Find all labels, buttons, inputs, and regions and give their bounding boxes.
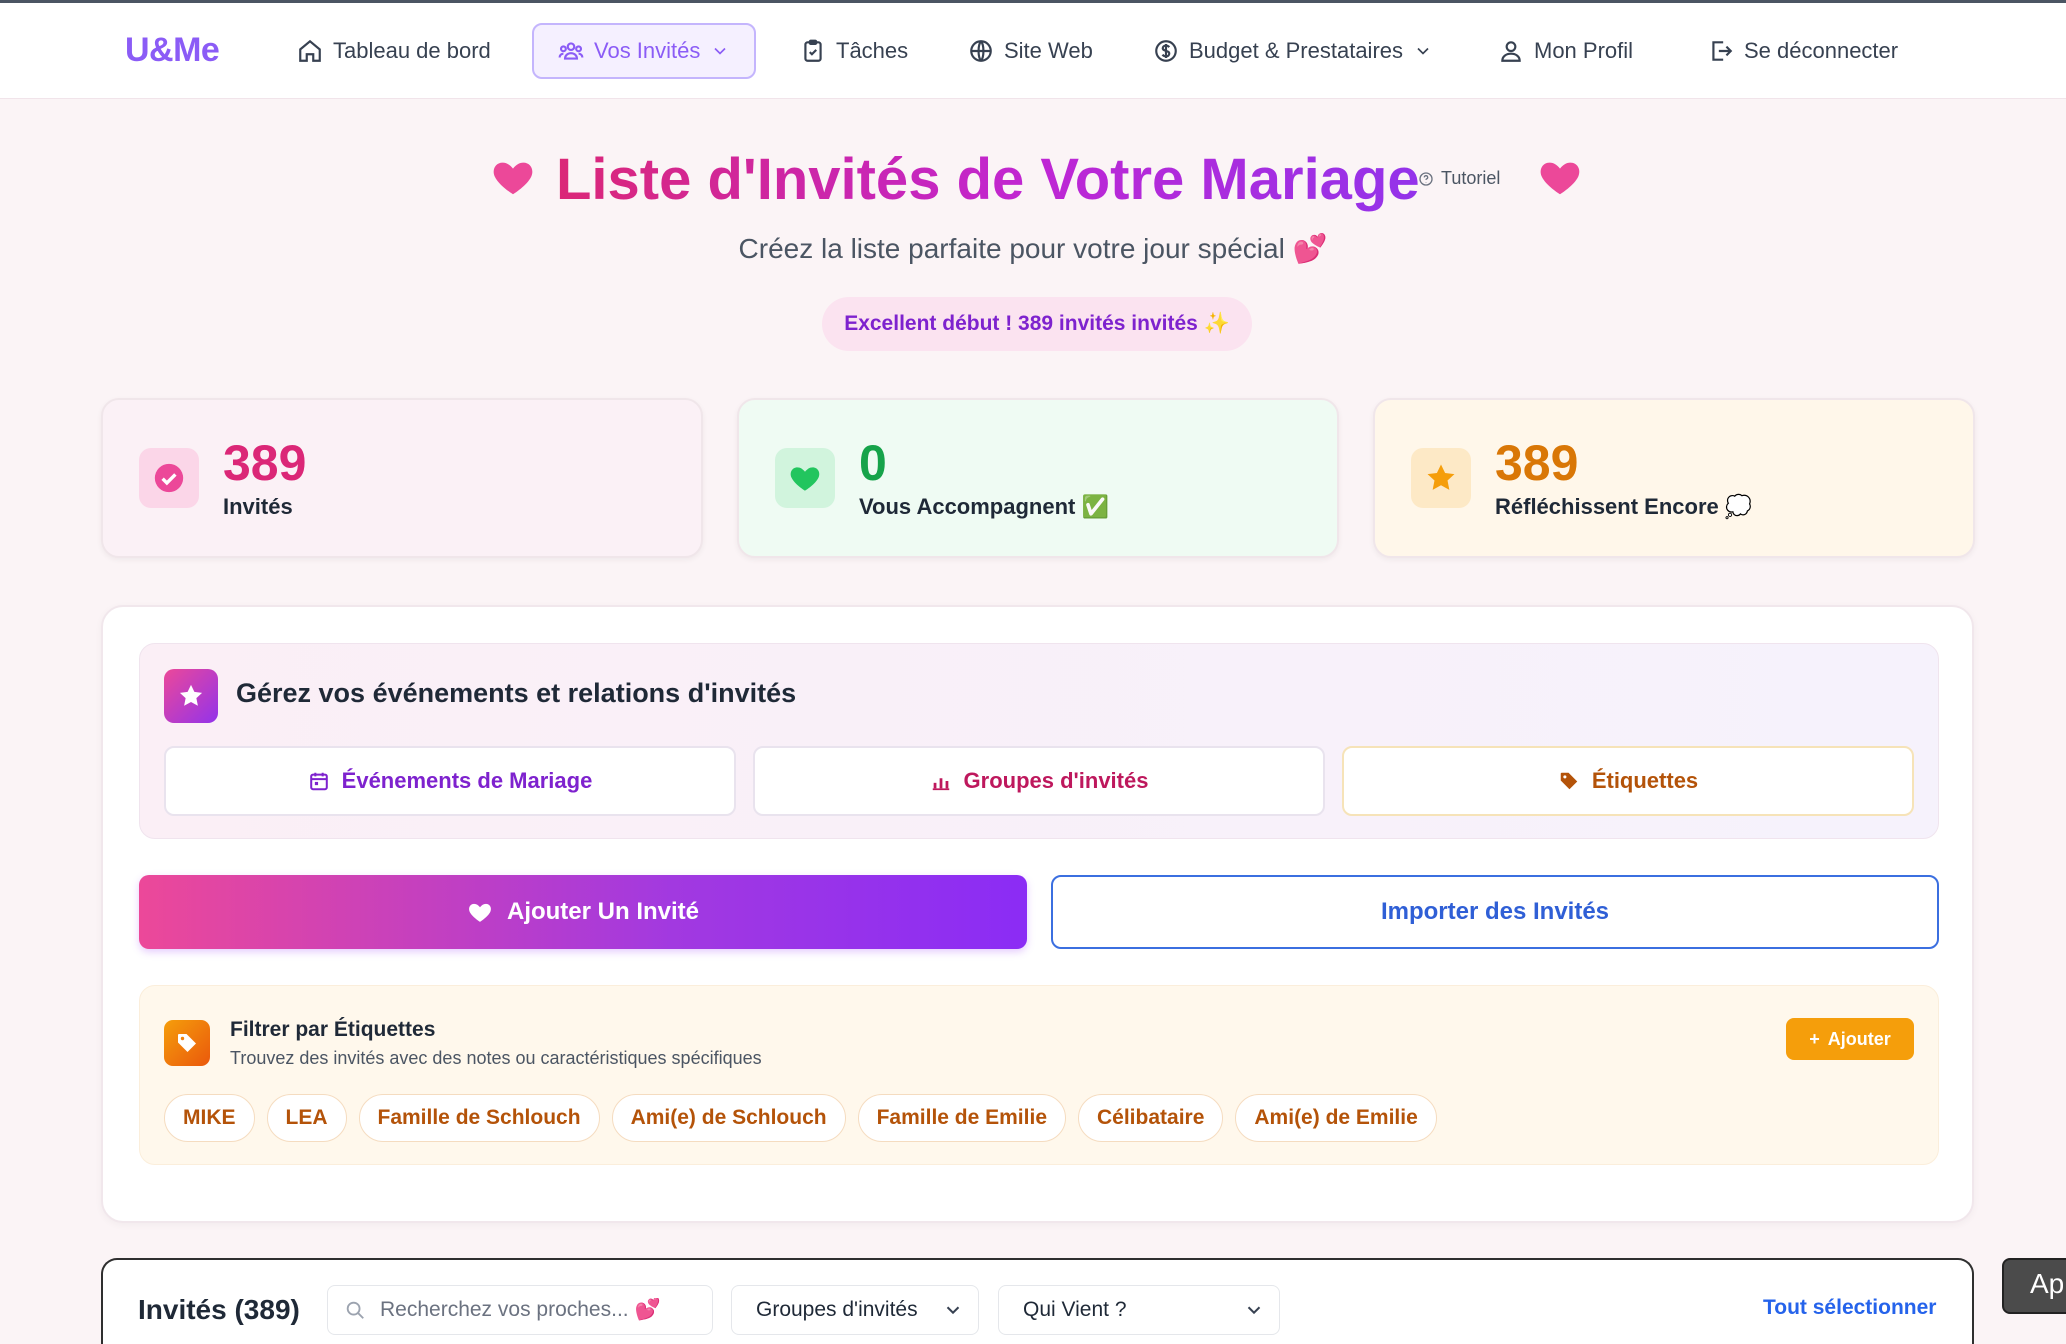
tag-icon <box>1560 772 1578 790</box>
heart-icon <box>493 162 533 195</box>
nav-profile-label: Mon Profil <box>1534 38 1634 63</box>
calendar-icon <box>309 772 328 791</box>
chevron-down-icon <box>714 47 726 55</box>
page-subtitle: Créez la liste parfaite pour votre jour … <box>738 233 1328 264</box>
chevron-down-icon <box>1247 1306 1261 1315</box>
group-select[interactable]: Groupes d'invités <box>731 1285 979 1335</box>
manage-section: Gérez vos événements et relations d'invi… <box>139 643 1939 839</box>
tutorial-label: Tutoriel <box>1441 168 1501 188</box>
stat-card-pending: 389 Réfléchissent Encore 💭 <box>1373 398 1975 558</box>
check-circle-icon <box>139 448 199 508</box>
nav-dashboard[interactable]: Tableau de bord <box>297 23 491 79</box>
guest-management-panel: Gérez vos événements et relations d'invi… <box>101 605 1974 1223</box>
filter-description: Trouvez des invités avec des notes ou ca… <box>230 1048 762 1068</box>
logo[interactable]: U&Me <box>125 31 220 70</box>
search-input[interactable] <box>380 1298 700 1322</box>
nav-profile[interactable]: Mon Profil <box>1498 23 1633 79</box>
manage-title: Gérez vos événements et relations d'invi… <box>236 678 797 708</box>
nav-tasks-label: Tâches <box>836 38 909 63</box>
home-icon <box>299 39 321 62</box>
nav-website[interactable]: Site Web <box>968 23 1093 79</box>
tag-chip[interactable]: LEA <box>266 1094 347 1142</box>
tutorial-link[interactable]: Tutoriel <box>1418 168 1500 189</box>
nav-logout[interactable]: Se déconnecter <box>1708 23 1898 79</box>
tags-button[interactable]: Étiquettes <box>1342 746 1914 816</box>
add-tag-button[interactable]: + Ajouter <box>1786 1018 1914 1060</box>
floating-app-button[interactable]: Ap <box>2002 1258 2066 1314</box>
nav-budget-label: Budget & Prestataires <box>1189 38 1404 63</box>
attendance-select-value: Qui Vient ? <box>1023 1298 1127 1321</box>
nav-tasks[interactable]: Tâches <box>800 23 908 79</box>
select-all-link[interactable]: Tout sélectionner <box>1763 1296 1936 1320</box>
tag-chip[interactable]: MIKE <box>164 1094 255 1142</box>
nav-guests-label: Vos Invités <box>594 38 701 63</box>
search-box[interactable] <box>327 1285 713 1335</box>
filter-title: Filtrer par Étiquettes <box>230 1018 436 1041</box>
stat-label: Vous Accompagnent ✅ <box>859 494 1109 519</box>
nav-guests[interactable]: Vos Invités <box>532 23 757 79</box>
add-guest-button[interactable]: Ajouter Un Invité <box>139 875 1027 949</box>
tag-chip[interactable]: Famille de Emilie <box>857 1094 1066 1142</box>
nav-budget[interactable]: Budget & Prestataires <box>1153 23 1433 79</box>
chevron-down-icon <box>946 1306 960 1315</box>
clipboard-check-icon <box>804 39 822 62</box>
help-circle-icon <box>1419 171 1433 186</box>
nav-logout-label: Se déconnecter <box>1744 38 1899 63</box>
guest-list-title: Invités (389) <box>138 1294 300 1325</box>
import-guests-label: Importer des Invités <box>1380 898 1610 925</box>
page-header: Liste d'Invités de Votre Mariage Tutorie… <box>0 140 2066 220</box>
tag-chip[interactable]: Ami(e) de Emilie <box>1235 1094 1437 1142</box>
guest-list-card: Invités (389) Groupes d'invités Qui Vien… <box>101 1258 1974 1344</box>
tag-chip-list: MIKE LEA Famille de Schlouch Ami(e) de S… <box>164 1094 1437 1142</box>
tag-chip[interactable]: Famille de Schlouch <box>358 1094 600 1142</box>
chevron-down-icon <box>1417 47 1429 55</box>
events-button[interactable]: Événements de Mariage <box>164 746 736 816</box>
tag-chip[interactable]: Ami(e) de Schlouch <box>611 1094 846 1142</box>
events-button-label: Événements de Mariage <box>341 768 593 793</box>
stat-value: 389 <box>1495 435 1579 491</box>
groups-button[interactable]: Groupes d'invités <box>753 746 1325 816</box>
page-title: Liste d'Invités de Votre Mariage <box>556 140 1420 220</box>
bar-chart-icon <box>932 778 949 791</box>
tag-filter-section: Filtrer par Étiquettes Trouvez des invit… <box>139 985 1939 1165</box>
heart-icon <box>1540 162 1580 195</box>
star-icon <box>1411 448 1471 508</box>
dollar-circle-icon <box>1155 40 1177 62</box>
progress-message: Excellent début ! 389 invités invités ✨ <box>822 297 1252 351</box>
stat-card-invited: 389 Invités <box>101 398 703 558</box>
groups-button-label: Groupes d'invités <box>963 768 1149 793</box>
user-icon <box>1501 41 1521 62</box>
add-guest-label: Ajouter Un Invité <box>506 898 699 925</box>
star-icon <box>164 669 218 723</box>
stat-card-attending: 0 Vous Accompagnent ✅ <box>737 398 1339 558</box>
heart-icon <box>775 448 835 508</box>
logout-icon <box>1712 41 1733 61</box>
plus-icon: + <box>1809 1028 1820 1049</box>
add-tag-label: Ajouter <box>1827 1028 1891 1049</box>
search-icon <box>346 1301 364 1319</box>
nav-website-label: Site Web <box>1004 38 1093 63</box>
top-navigation: U&Me Tableau de bord Vos Invités Tâches … <box>0 3 2066 99</box>
stat-value: 0 <box>859 435 887 491</box>
stat-label: Invités <box>223 494 293 519</box>
attendance-select[interactable]: Qui Vient ? <box>998 1285 1280 1335</box>
nav-dashboard-label: Tableau de bord <box>333 38 491 63</box>
tag-chip[interactable]: Célibataire <box>1078 1094 1224 1142</box>
group-select-value: Groupes d'invités <box>756 1298 918 1321</box>
tags-button-label: Étiquettes <box>1591 768 1699 793</box>
tag-icon <box>164 1020 210 1066</box>
stat-value: 389 <box>223 435 307 491</box>
stat-label: Réfléchissent Encore 💭 <box>1495 494 1753 519</box>
users-icon <box>558 42 584 60</box>
heart-icon <box>469 903 491 922</box>
import-guests-button[interactable]: Importer des Invités <box>1051 875 1939 949</box>
globe-icon <box>970 40 992 62</box>
